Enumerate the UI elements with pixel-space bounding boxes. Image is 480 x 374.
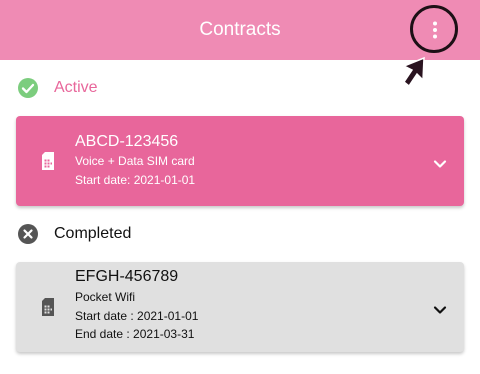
chevron-down-icon[interactable] xyxy=(428,298,452,322)
check-circle-icon xyxy=(18,78,38,98)
contract-start-date: Start date: 2021-01-01 xyxy=(75,173,196,187)
contract-id: EFGH-456789 xyxy=(75,268,179,285)
contract-plan: Voice + Data SIM card xyxy=(75,154,195,168)
contract-card-completed[interactable]: EFGH-456789 Pocket Wifi Start date : 202… xyxy=(16,262,464,352)
contract-start-date: Start date : 2021-01-01 xyxy=(75,309,199,323)
sim-card-icon xyxy=(42,152,54,170)
chevron-down-icon[interactable] xyxy=(428,152,452,176)
cancel-circle-icon xyxy=(18,224,38,244)
more-vert-icon xyxy=(433,21,437,39)
cursor-arrow-icon xyxy=(398,56,432,94)
app-bar: Contracts xyxy=(0,0,480,60)
section-label-active: Active xyxy=(54,79,98,96)
page-title: Contracts xyxy=(199,19,281,40)
section-label-completed: Completed xyxy=(54,225,132,242)
sim-card-icon xyxy=(42,298,54,316)
contract-plan: Pocket Wifi xyxy=(75,290,136,304)
contract-card-active[interactable]: ABCD-123456 Voice + Data SIM card Start … xyxy=(16,116,464,206)
more-menu-button[interactable] xyxy=(423,18,447,42)
contract-end-date: End date : 2021-03-31 xyxy=(75,327,195,341)
contract-id: ABCD-123456 xyxy=(75,133,179,150)
